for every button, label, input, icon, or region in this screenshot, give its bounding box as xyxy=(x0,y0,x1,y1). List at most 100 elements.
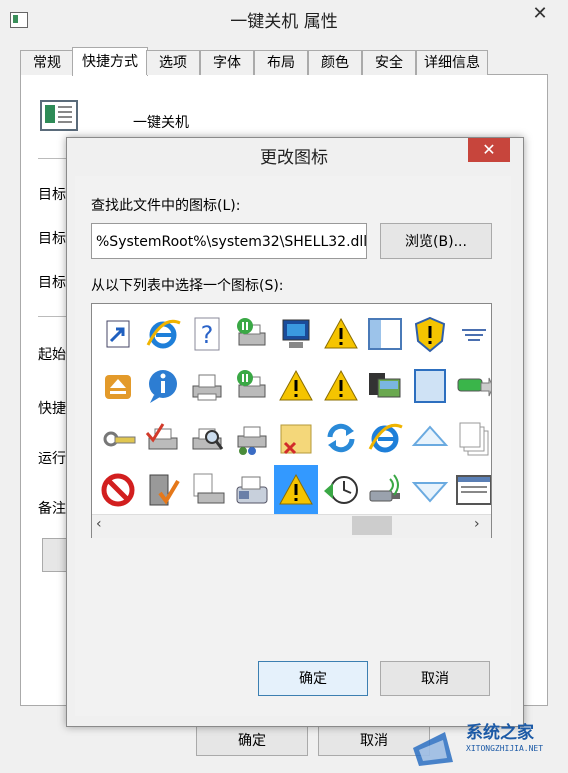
icon-option[interactable] xyxy=(141,413,185,463)
folder-delete-icon xyxy=(277,419,315,457)
icon-option[interactable] xyxy=(363,361,407,411)
window-layout-icon xyxy=(455,471,491,509)
blank-square-icon xyxy=(411,367,449,405)
align-lines-icon xyxy=(455,315,491,353)
printer-paused-icon xyxy=(233,315,271,353)
printer-paused-icon xyxy=(233,367,271,405)
info-icon xyxy=(144,367,182,405)
outer-close-button[interactable]: ✕ xyxy=(520,3,560,25)
icon-option[interactable] xyxy=(274,361,318,411)
dialog-title: 更改图标 xyxy=(260,148,328,168)
icon-option[interactable] xyxy=(141,361,185,411)
tab-general[interactable]: 常规 xyxy=(20,50,74,75)
icon-file-path-input[interactable]: %SystemRoot%\system32\SHELL32.dll xyxy=(91,223,367,259)
icon-option[interactable] xyxy=(96,309,140,359)
target-location-label: 目标 xyxy=(38,231,66,247)
network-cable-icon xyxy=(99,419,137,457)
tab-layout[interactable]: 布局 xyxy=(254,50,308,75)
comment-label: 备注 xyxy=(38,501,66,517)
icon-option[interactable] xyxy=(452,413,491,463)
document-printer-icon xyxy=(188,471,226,509)
icon-option[interactable] xyxy=(230,361,274,411)
svg-text:?: ? xyxy=(201,321,214,349)
watermark-url: XITONGZHIJIA.NET xyxy=(466,744,544,753)
icon-option[interactable] xyxy=(230,465,274,515)
tab-shortcut[interactable]: 快捷方式 xyxy=(72,47,148,76)
printer-search-icon xyxy=(188,419,226,457)
icon-option[interactable] xyxy=(363,413,407,463)
dialog-close-button[interactable]: ✕ xyxy=(468,138,510,162)
icon-option[interactable] xyxy=(319,361,363,411)
icon-option[interactable] xyxy=(141,465,185,515)
icon-option[interactable] xyxy=(408,361,452,411)
icon-option[interactable] xyxy=(408,309,452,359)
tab-options[interactable]: 选项 xyxy=(146,50,200,75)
prohibited-icon xyxy=(99,471,137,509)
icon-option[interactable] xyxy=(408,413,452,463)
film-photo-icon xyxy=(366,367,404,405)
app-shortcut-icon xyxy=(40,100,78,131)
icon-option[interactable] xyxy=(230,309,274,359)
browse-button[interactable]: 浏览(B)... xyxy=(380,223,492,259)
clock-back-icon xyxy=(322,471,360,509)
printer-network-icon xyxy=(233,419,271,457)
warning-icon xyxy=(322,315,360,353)
shortcut-arrow-icon xyxy=(99,315,137,353)
divider xyxy=(38,158,68,159)
icon-option[interactable] xyxy=(185,361,229,411)
outer-ok-button[interactable]: 确定 xyxy=(196,726,308,756)
battery-arrow-icon xyxy=(455,367,491,405)
icon-option[interactable] xyxy=(96,465,140,515)
tab-security[interactable]: 安全 xyxy=(362,50,416,75)
icon-option[interactable] xyxy=(185,465,229,515)
ok-button[interactable]: 确定 xyxy=(258,661,368,696)
icon-option[interactable] xyxy=(185,413,229,463)
icon-option[interactable] xyxy=(363,465,407,515)
printer-check-icon xyxy=(144,419,182,457)
tab-colors[interactable]: 颜色 xyxy=(308,50,362,75)
icon-option[interactable] xyxy=(274,413,318,463)
icon-option[interactable] xyxy=(96,413,140,463)
horizontal-scrollbar[interactable] xyxy=(92,514,491,538)
icon-option[interactable] xyxy=(96,361,140,411)
ie-icon xyxy=(366,419,404,457)
refresh-icon xyxy=(322,419,360,457)
icon-option[interactable]: ? xyxy=(185,309,229,359)
fax-icon xyxy=(233,471,271,509)
tab-details[interactable]: 详细信息 xyxy=(416,50,488,75)
scroll-right-arrow-icon[interactable]: › xyxy=(474,516,480,532)
shortcut-key-label: 快捷 xyxy=(38,401,66,417)
run-label: 运行 xyxy=(38,451,66,467)
eject-icon xyxy=(99,367,137,405)
icon-option[interactable] xyxy=(319,309,363,359)
outer-window-title: 一键关机 属性 xyxy=(230,12,338,32)
cancel-button[interactable]: 取消 xyxy=(380,661,490,696)
warning-icon xyxy=(277,471,315,509)
tab-font[interactable]: 字体 xyxy=(200,50,254,75)
computer-icon xyxy=(277,315,315,353)
select-icon-label: 从以下列表中选择一个图标(S): xyxy=(91,278,284,294)
warning-icon xyxy=(277,367,315,405)
icon-option[interactable] xyxy=(274,309,318,359)
icon-option[interactable] xyxy=(363,309,407,359)
warning-icon xyxy=(322,367,360,405)
find-icons-label: 查找此文件中的图标(L): xyxy=(91,198,241,214)
triangle-down-icon xyxy=(411,471,449,509)
icon-option[interactable] xyxy=(452,309,491,359)
icon-option[interactable] xyxy=(452,361,491,411)
start-in-label: 起始 xyxy=(38,347,66,363)
icon-option[interactable] xyxy=(319,413,363,463)
icon-option[interactable] xyxy=(230,413,274,463)
icon-option[interactable] xyxy=(452,465,491,515)
icon-option[interactable] xyxy=(141,309,185,359)
watermark-text: 系统之家 xyxy=(466,723,534,743)
help-icon: ? xyxy=(188,315,226,353)
icon-option[interactable] xyxy=(408,465,452,515)
icon-option[interactable] xyxy=(319,465,363,515)
icon-list[interactable]: ? xyxy=(91,303,492,538)
icon-option[interactable] xyxy=(274,465,318,515)
scroll-left-arrow-icon[interactable]: ‹ xyxy=(96,516,102,532)
server-check-icon xyxy=(144,471,182,509)
window-panel-icon xyxy=(366,315,404,353)
scrollbar-thumb[interactable] xyxy=(352,516,392,535)
